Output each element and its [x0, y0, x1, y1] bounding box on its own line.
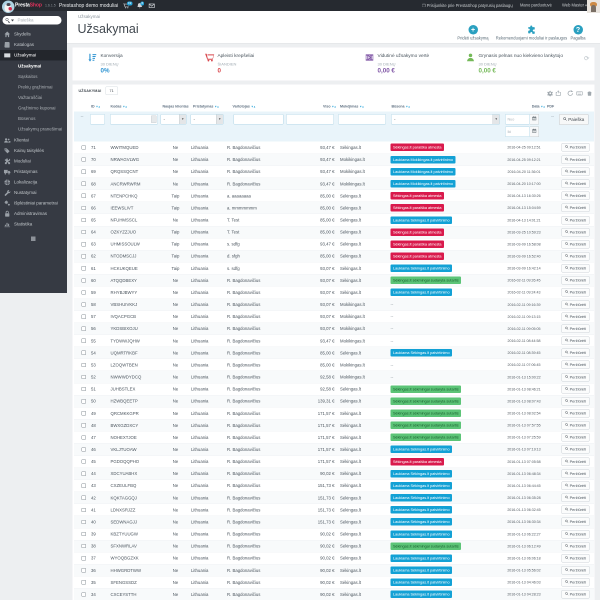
svg-text:€: €: [368, 55, 371, 61]
